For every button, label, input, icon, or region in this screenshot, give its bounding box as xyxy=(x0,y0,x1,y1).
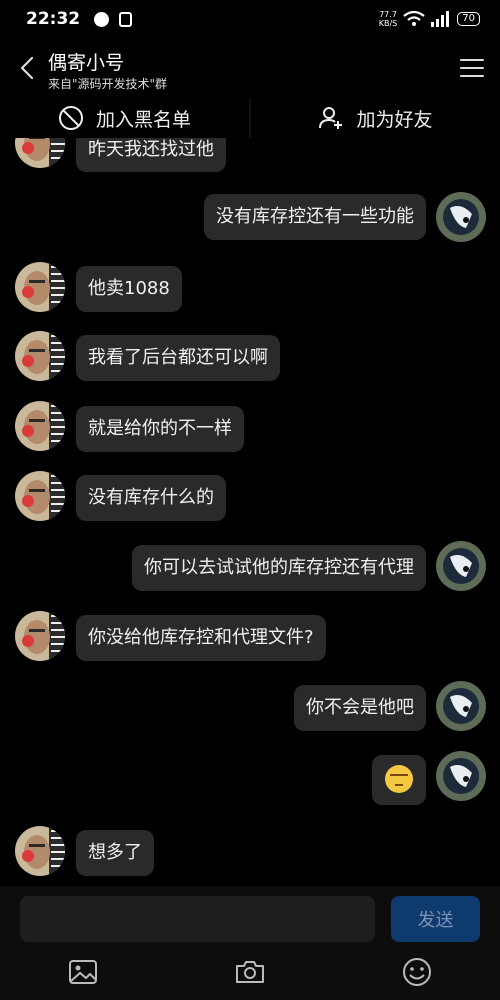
message-bubble[interactable]: 他卖1088 xyxy=(76,266,182,312)
block-button[interactable]: 加入黑名单 xyxy=(0,98,249,138)
add-user-icon xyxy=(319,107,343,129)
avatar-other[interactable] xyxy=(15,471,65,521)
chat-title: 偶寄小号 xyxy=(48,52,125,74)
status-time: 22:32 xyxy=(26,9,81,29)
avatar-other[interactable] xyxy=(15,262,65,312)
notification-dot-icon xyxy=(94,11,110,27)
message-bubble[interactable]: 我看了后台都还可以啊 xyxy=(76,335,280,381)
message-input[interactable] xyxy=(20,896,375,942)
signal-icon xyxy=(431,11,450,27)
block-icon xyxy=(58,106,83,130)
battery-indicator: 70 xyxy=(457,12,480,26)
composer: 发送 xyxy=(0,886,500,1000)
block-label: 加入黑名单 xyxy=(95,108,191,131)
menu-icon[interactable] xyxy=(460,58,484,78)
message-bubble[interactable] xyxy=(372,755,426,805)
message-bubble[interactable]: 就是给你的不一样 xyxy=(76,406,244,452)
message-bubble[interactable]: 你不会是他吧 xyxy=(294,685,426,731)
avatar-self[interactable] xyxy=(436,192,486,242)
avatar-self[interactable] xyxy=(436,541,486,591)
tiktok-icon xyxy=(119,11,133,27)
message-bubble[interactable]: 想多了 xyxy=(76,830,154,876)
image-icon[interactable] xyxy=(67,956,99,988)
avatar-other[interactable] xyxy=(15,331,65,381)
chat-header: 偶寄小号 来自"源码开发技术"群 xyxy=(0,38,500,98)
message-bubble[interactable]: 没有库存什么的 xyxy=(76,475,226,521)
avatar-other[interactable] xyxy=(15,611,65,661)
action-bar: 加入黑名单 加为好友 xyxy=(0,98,500,138)
emoji-icon[interactable] xyxy=(401,956,433,988)
camera-icon[interactable] xyxy=(234,956,266,988)
wifi-icon xyxy=(403,11,425,26)
back-arrow-icon[interactable] xyxy=(14,55,40,81)
send-button[interactable]: 发送 xyxy=(391,896,480,942)
net-speed-value: 77.7 xyxy=(379,10,397,19)
status-bar: 22:32 77.7 KB/S 70 xyxy=(0,0,500,38)
chat-subtitle: 来自"源码开发技术"群 xyxy=(48,77,168,91)
add-friend-label: 加为好友 xyxy=(356,108,433,131)
avatar-other[interactable] xyxy=(15,401,65,451)
message-bubble[interactable]: 没有库存控还有一些功能 xyxy=(204,194,426,240)
avatar-other[interactable] xyxy=(15,826,65,876)
message-bubble[interactable]: 你可以去试试他的库存控还有代理 xyxy=(132,545,426,591)
message-bubble[interactable]: 昨天我还找过他 xyxy=(76,138,226,172)
add-friend-button[interactable]: 加为好友 xyxy=(249,98,500,138)
avatar-self[interactable] xyxy=(436,751,486,801)
smirk-face-emoji xyxy=(385,764,413,793)
net-speed-unit: KB/S xyxy=(378,19,398,28)
net-speed: 77.7 KB/S xyxy=(379,10,398,28)
message-bubble[interactable]: 你没给他库存控和代理文件? xyxy=(76,615,326,661)
avatar-self[interactable] xyxy=(436,681,486,731)
